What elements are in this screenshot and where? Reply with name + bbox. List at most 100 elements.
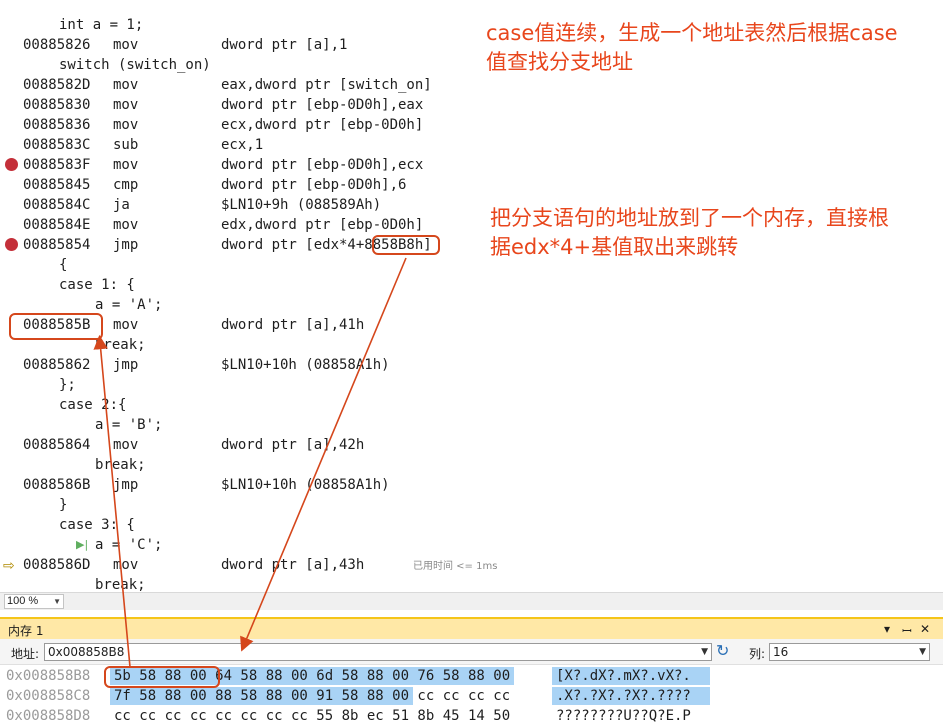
source-line[interactable]: } bbox=[0, 495, 943, 515]
source-line[interactable]: case 1: { bbox=[0, 275, 943, 295]
instruction-operands: dword ptr [a],43h bbox=[221, 557, 365, 573]
instruction-opcode: mov bbox=[113, 37, 139, 53]
instruction-address: 0088585B bbox=[23, 317, 91, 333]
instruction-address: 0088586B bbox=[23, 477, 91, 493]
instruction-address: 00885826 bbox=[23, 37, 91, 53]
instruction-opcode: cmp bbox=[113, 177, 139, 193]
instruction-opcode: jmp bbox=[113, 477, 139, 493]
annotation-line: 据edx*4+基值取出来跳转 bbox=[490, 235, 739, 259]
instruction-operands: dword ptr [a],41h bbox=[221, 317, 365, 333]
source-line[interactable]: }; bbox=[0, 375, 943, 395]
source-text: case 1: { bbox=[59, 277, 135, 293]
source-text: break; bbox=[95, 577, 146, 592]
asm-line[interactable]: 0088583C sub ecx,1 bbox=[0, 135, 943, 155]
instruction-address: 0088582D bbox=[23, 77, 91, 93]
chevron-down-icon: ▼ bbox=[919, 647, 926, 657]
memory-row[interactable]: 0x008858B8 5b 58 88 00 64 58 88 00 6d 58 … bbox=[0, 666, 943, 686]
memory-window-title-bar[interactable]: 内存 1 ▾ ꟷ ✕ bbox=[0, 617, 943, 639]
asm-line[interactable]: 0088586D mov dword ptr [a],43h ⇨ 已用时间 <= 1ms bbox=[0, 555, 943, 575]
asm-line[interactable]: 00885862 jmp $LN10+10h (08858A1h) bbox=[0, 355, 943, 375]
annotation-indirect-jump: 把分支语句的地址放到了一个内存，直接根 据edx*4+基值取出来跳转 bbox=[490, 204, 889, 262]
editor-status-bar: 100 % ▼ bbox=[0, 592, 943, 610]
memory-hex-bytes[interactable]: 5b 58 88 00 64 58 88 00 6d 58 88 00 76 5… bbox=[114, 666, 510, 686]
run-to-cursor-icon[interactable]: ▶| bbox=[76, 535, 88, 555]
pin-icon[interactable]: ꟷ bbox=[902, 622, 912, 639]
memory-ascii[interactable]: ????????U??Q?E.P bbox=[556, 706, 691, 726]
window-menu-icon[interactable]: ▾ bbox=[884, 622, 890, 636]
source-text: } bbox=[59, 497, 68, 513]
instruction-operands: dword ptr [ebp-0D0h],ecx bbox=[221, 157, 424, 173]
instruction-opcode: mov bbox=[113, 117, 139, 133]
source-text: case 2:{ bbox=[59, 397, 127, 413]
asm-line[interactable]: 00885836 mov ecx,dword ptr [ebp-0D0h] bbox=[0, 115, 943, 135]
instruction-address: 0088583C bbox=[23, 137, 91, 153]
annotation-line: 值查找分支地址 bbox=[486, 50, 633, 74]
source-line[interactable]: a = 'B'; bbox=[0, 415, 943, 435]
asm-line[interactable]: 0088582D mov eax,dword ptr [switch_on] bbox=[0, 75, 943, 95]
instruction-opcode: mov bbox=[113, 217, 139, 233]
zoom-select[interactable]: 100 % ▼ bbox=[4, 594, 64, 609]
asm-line[interactable]: 00885864 mov dword ptr [a],42h bbox=[0, 435, 943, 455]
memory-ascii[interactable]: .X?.?X?.?X?.???? bbox=[556, 686, 691, 706]
breakpoint-icon[interactable] bbox=[5, 238, 18, 251]
instruction-address: 00885862 bbox=[23, 357, 91, 373]
instruction-pointer-icon[interactable]: ⇨ bbox=[3, 556, 15, 576]
memory-hex-bytes[interactable]: cc cc cc cc cc cc cc cc 55 8b ec 51 8b 4… bbox=[114, 706, 510, 726]
asm-line[interactable]: 0088586B jmp $LN10+10h (08858A1h) bbox=[0, 475, 943, 495]
memory-window-title: 内存 1 bbox=[8, 624, 44, 638]
source-text: switch (switch_on) bbox=[59, 57, 211, 73]
asm-line[interactable]: 0088583F mov dword ptr [ebp-0D0h],ecx bbox=[0, 155, 943, 175]
chevron-down-icon: ▼ bbox=[701, 647, 708, 657]
asm-line[interactable]: 00885830 mov dword ptr [ebp-0D0h],eax bbox=[0, 95, 943, 115]
memory-row[interactable]: 0x008858D8 cc cc cc cc cc cc cc cc 55 8b … bbox=[0, 706, 943, 726]
instruction-operands: ecx,1 bbox=[221, 137, 264, 153]
instruction-opcode: ja bbox=[113, 197, 130, 213]
instruction-opcode: mov bbox=[113, 157, 139, 173]
source-line[interactable]: case 3: { bbox=[0, 515, 943, 535]
memory-ascii[interactable]: [X?.dX?.mX?.vX?. bbox=[556, 666, 691, 686]
instruction-address: 0088584E bbox=[23, 217, 91, 233]
instruction-address: 00885845 bbox=[23, 177, 91, 193]
instruction-operands: dword ptr [a],42h bbox=[221, 437, 365, 453]
columns-value: 16 bbox=[773, 645, 789, 659]
source-text: a = 'B'; bbox=[95, 417, 163, 433]
source-line[interactable]: break; bbox=[0, 575, 943, 592]
refresh-icon[interactable]: ↻ bbox=[716, 641, 729, 660]
annotation-jump-table: case值连续，生成一个地址表然后根据case 值查找分支地址 bbox=[486, 19, 898, 77]
memory-row[interactable]: 0x008858C8 7f 58 88 00 88 58 88 00 91 58 … bbox=[0, 686, 943, 706]
instruction-operands: ecx,dword ptr [ebp-0D0h] bbox=[221, 117, 424, 133]
instruction-operands: dword ptr [edx*4+8858B8h] bbox=[221, 237, 432, 253]
source-line[interactable]: break; bbox=[0, 455, 943, 475]
asm-line[interactable]: 00885845 cmp dword ptr [ebp-0D0h],6 bbox=[0, 175, 943, 195]
source-text: a = 'A'; bbox=[95, 297, 163, 313]
source-text: break; bbox=[95, 337, 146, 353]
disassembly-view[interactable]: int a = 1; 00885826 mov dword ptr [a],1 swit… bbox=[0, 0, 943, 592]
annotation-line: 把分支语句的地址放到了一个内存，直接根 bbox=[490, 206, 889, 230]
breakpoint-icon[interactable] bbox=[5, 158, 18, 171]
instruction-address: 0088586D bbox=[23, 557, 91, 573]
instruction-operands: $LN10+10h (08858A1h) bbox=[221, 477, 390, 493]
source-line[interactable]: a = 'A'; bbox=[0, 295, 943, 315]
instruction-operands: $LN10+10h (08858A1h) bbox=[221, 357, 390, 373]
instruction-opcode: mov bbox=[113, 557, 139, 573]
instruction-opcode: mov bbox=[113, 437, 139, 453]
source-text: case 3: { bbox=[59, 517, 135, 533]
memory-hex-bytes[interactable]: 7f 58 88 00 88 58 88 00 91 58 88 00 cc c… bbox=[114, 686, 510, 706]
columns-select[interactable]: 16 ▼ bbox=[769, 643, 930, 661]
instruction-address: 00885864 bbox=[23, 437, 91, 453]
source-text: int a = 1; bbox=[59, 17, 144, 33]
source-line[interactable]: break; bbox=[0, 335, 943, 355]
instruction-opcode: mov bbox=[113, 77, 139, 93]
address-input[interactable]: 0x008858B8 ▼ bbox=[44, 643, 712, 661]
source-line[interactable]: a = 'C'; ▶| bbox=[0, 535, 943, 555]
instruction-opcode: mov bbox=[113, 97, 139, 113]
asm-line[interactable]: 0088585B mov dword ptr [a],41h bbox=[0, 315, 943, 335]
instruction-opcode: sub bbox=[113, 137, 139, 153]
close-icon[interactable]: ✕ bbox=[920, 622, 930, 636]
source-line[interactable]: case 2:{ bbox=[0, 395, 943, 415]
instruction-operands: dword ptr [a],1 bbox=[221, 37, 348, 53]
memory-address: 0x008858D8 bbox=[6, 708, 91, 724]
instruction-address: 00885836 bbox=[23, 117, 91, 133]
address-value: 0x008858B8 bbox=[48, 645, 125, 659]
source-text: a = 'C'; bbox=[95, 537, 163, 553]
